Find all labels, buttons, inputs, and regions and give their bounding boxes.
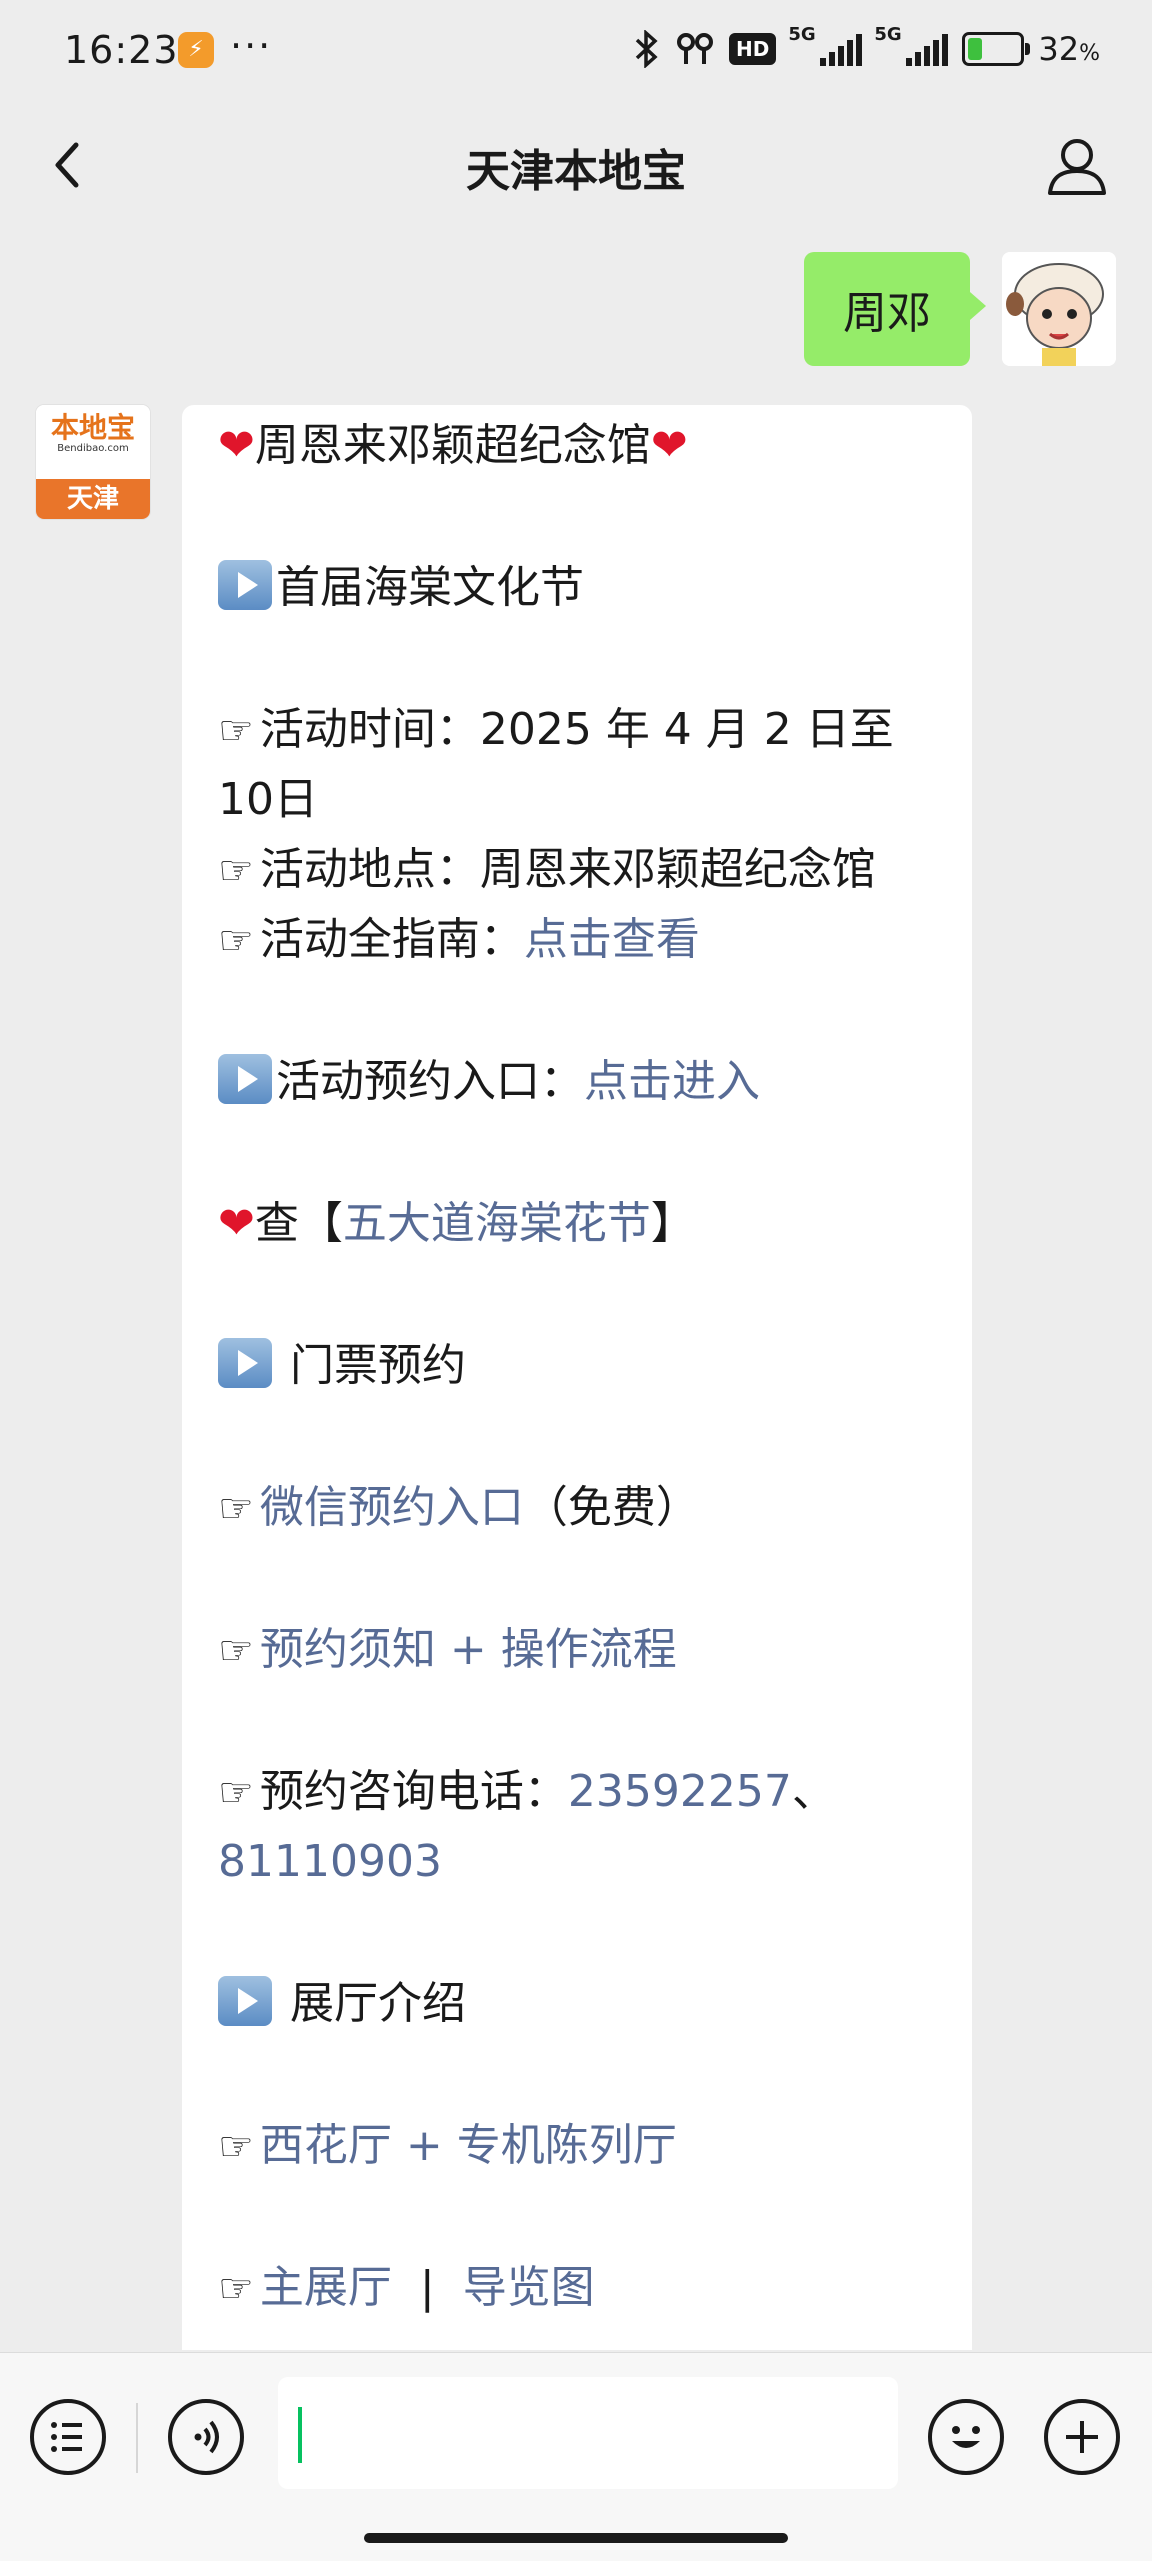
- booking-entry: 活动预约入口：点击进入: [218, 1047, 942, 1117]
- booking-notice-link[interactable]: 预约须知 + 操作流程: [260, 1624, 677, 1675]
- status-icons: HD 5G 5G 32%: [631, 24, 1100, 68]
- play-button-icon: [218, 1338, 272, 1388]
- bluetooth-icon: [635, 30, 658, 68]
- chat-header: 天津本地宝: [0, 105, 1152, 230]
- ticket-heading: 门票预约: [218, 1331, 942, 1401]
- heart-icon: ❤: [218, 420, 255, 471]
- battery-percent: 32%: [1038, 30, 1100, 68]
- section-heading: 首届海棠文化节: [218, 553, 942, 623]
- status-more: ···: [230, 24, 273, 68]
- play-button-icon: [218, 560, 272, 610]
- hall-intro: ☞ 西花厅 + 专机陈列厅: [218, 2111, 942, 2182]
- festival-link[interactable]: 五大道海棠花节: [343, 1198, 651, 1249]
- home-indicator[interactable]: [364, 2533, 788, 2543]
- text-caret: [298, 2407, 302, 2463]
- user-avatar[interactable]: [1002, 252, 1116, 366]
- bendibao-logo: 本地宝: [50, 411, 135, 444]
- status-bar: 16:23 ⚡ ··· HD 5G 5G 32%: [0, 0, 1152, 105]
- booking-phone-continued: 81110903: [218, 1827, 942, 1897]
- bot-message-bubble: ❤周恩来邓颖超纪念馆❤ 首届海棠文化节 ☞ 活动时间：2025 年 4 月 2 日…: [182, 405, 972, 2350]
- emoji-icon[interactable]: [928, 2399, 1004, 2475]
- status-time: 16:23: [64, 28, 179, 72]
- check-festival: ❤查【五大道海棠花节】: [218, 1198, 695, 1249]
- message-input[interactable]: [278, 2377, 898, 2489]
- play-button-icon: [218, 1976, 272, 2026]
- bot-city-label: 天津: [36, 479, 150, 519]
- input-bar: [0, 2352, 1152, 2561]
- page-title: 天津本地宝: [466, 146, 686, 197]
- pointing-hand-icon: ☞: [218, 1628, 254, 1674]
- event-place: ☞ 活动地点：周恩来邓颖超纪念馆: [218, 844, 876, 895]
- user-message-bubble[interactable]: 周邓: [804, 252, 986, 366]
- pointing-hand-icon: ☞: [218, 2266, 254, 2312]
- message-title: ❤周恩来邓颖超纪念馆❤: [218, 420, 688, 471]
- hd-badge: HD: [729, 33, 777, 65]
- wechat-booking-link[interactable]: 微信预约入口: [260, 1482, 524, 1533]
- voice-icon[interactable]: [168, 2399, 244, 2475]
- phone-link-1[interactable]: 23592257: [568, 1766, 792, 1817]
- booking-link[interactable]: 点击进入: [584, 1056, 760, 1107]
- heart-icon: ❤: [650, 420, 688, 471]
- phone-link-2[interactable]: 81110903: [218, 1836, 442, 1887]
- chat-area[interactable]: 周邓 本地宝 Bendibao.com 天津 ❤周恩来邓颖超纪念馆❤ 首届海棠文化…: [0, 230, 1152, 2350]
- sheep-avatar-icon: [1002, 252, 1116, 366]
- booking-phone: ☞ 预约咨询电话：23592257、: [218, 1766, 836, 1817]
- guide-link[interactable]: 点击查看: [524, 914, 700, 965]
- pointing-hand-icon: ☞: [218, 708, 254, 754]
- battery-charging-icon: [962, 32, 1031, 66]
- signal-icon: 5G: [788, 24, 863, 66]
- bot-avatar[interactable]: 本地宝 Bendibao.com 天津: [36, 405, 150, 519]
- main-hall-link[interactable]: 主展厅: [260, 2262, 392, 2313]
- pointing-hand-icon: ☞: [218, 1486, 254, 1532]
- divider: [136, 2403, 138, 2473]
- event-time: ☞ 活动时间：2025 年 4 月 2 日至: [218, 704, 894, 755]
- pointing-hand-icon: ☞: [218, 918, 254, 964]
- event-guide: ☞ 活动全指南：点击查看: [218, 914, 700, 965]
- hall-link[interactable]: 西花厅 + 专机陈列厅: [260, 2120, 677, 2171]
- person-icon[interactable]: [1042, 131, 1112, 201]
- app-notification-icon: ⚡: [178, 32, 214, 68]
- heart-icon: ❤: [218, 1198, 255, 1249]
- list-menu-icon[interactable]: [30, 2399, 106, 2475]
- signal-icon-2: 5G: [874, 24, 949, 66]
- earbuds-icon: [677, 33, 714, 64]
- pointing-hand-icon: ☞: [218, 1770, 254, 1816]
- hall-heading: 展厅介绍: [218, 1969, 942, 2039]
- event-time-continued: 10日: [218, 774, 318, 825]
- guide-map-link[interactable]: 导览图: [463, 2262, 595, 2313]
- booking-notice: ☞ 预约须知 + 操作流程: [218, 1615, 942, 1686]
- play-button-icon: [218, 1054, 272, 1104]
- plus-icon[interactable]: [1044, 2399, 1120, 2475]
- bendibao-url: Bendibao.com: [57, 443, 129, 454]
- wechat-booking: ☞ 微信预约入口（免费）: [218, 1482, 700, 1533]
- pointing-hand-icon: ☞: [218, 2124, 254, 2170]
- user-message-text: 周邓: [843, 288, 931, 339]
- pointing-hand-icon: ☞: [218, 848, 254, 894]
- main-hall: ☞ 主展厅 | 导览图: [218, 2262, 595, 2313]
